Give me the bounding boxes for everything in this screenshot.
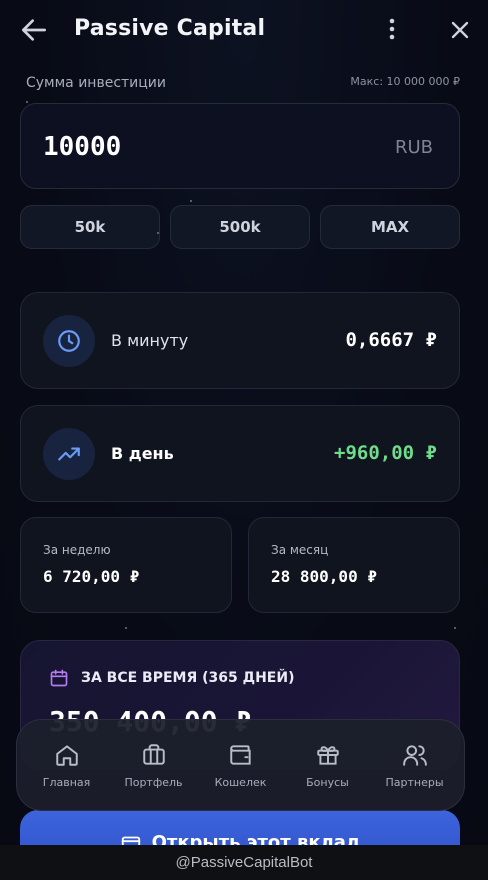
tab-portfolio[interactable]: Портфель [111, 742, 197, 789]
close-icon[interactable] [446, 16, 474, 44]
calendar-icon [49, 668, 69, 688]
clock-icon [43, 315, 95, 367]
total-label: ЗА ВСЕ ВРЕМЯ (365 ДНЕЙ) [81, 670, 295, 686]
users-icon [402, 744, 427, 766]
week-value: 6 720,00 ₽ [43, 567, 140, 586]
bottom-tab-bar: Главная Портфель Кошелек Бонусы Партнеры [16, 719, 465, 811]
month-label: За месяц [271, 543, 329, 557]
tab-home[interactable]: Главная [24, 742, 110, 789]
arrow-left-icon[interactable] [18, 14, 50, 46]
investment-label: Сумма инвестиции [26, 75, 167, 91]
max-amount-hint: Макс: 10 000 000 ₽ [350, 75, 460, 88]
preset-500k-button[interactable]: 500k [170, 205, 310, 249]
open-deposit-label: Открыть этот вклад [151, 832, 361, 845]
month-card: За месяц 28 800,00 ₽ [248, 517, 460, 613]
decor-dot [454, 627, 456, 629]
decor-dot [125, 627, 127, 629]
bot-name: @PassiveCapitalBot [175, 854, 313, 871]
home-icon [55, 744, 78, 766]
app-screen: Passive Capital Сумма инвестиции Макс: 1… [0, 0, 488, 845]
gift-icon [316, 745, 339, 765]
per-day-card: В день +960,00 ₽ [20, 405, 460, 502]
briefcase-icon [142, 743, 165, 765]
per-day-label: В день [111, 444, 174, 463]
tab-home-label: Главная [42, 775, 91, 789]
header: Passive Capital [0, 0, 488, 62]
tab-partners[interactable]: Партнеры [372, 742, 458, 789]
month-value: 28 800,00 ₽ [271, 567, 377, 586]
currency-label: RUB [394, 137, 433, 158]
week-card: За неделю 6 720,00 ₽ [20, 517, 232, 613]
tab-wallet[interactable]: Кошелек [198, 742, 284, 789]
trending-up-icon [43, 428, 95, 480]
wallet-icon [229, 744, 251, 765]
per-minute-value: 0,6667 ₽ [345, 329, 437, 351]
week-label: За неделю [43, 543, 111, 557]
tab-wallet-label: Кошелек [214, 775, 267, 789]
tab-partners-label: Партнеры [385, 775, 444, 789]
preset-50k-button[interactable]: 50k [20, 205, 160, 249]
page-title: Passive Capital [74, 16, 266, 41]
more-vertical-icon[interactable] [380, 14, 404, 46]
footer-bar: @PassiveCapitalBot [0, 845, 488, 880]
decor-dot [157, 232, 159, 234]
per-minute-label: В минуту [111, 331, 189, 350]
decor-dot [26, 101, 28, 103]
tab-bonuses-label: Бонусы [306, 775, 349, 789]
amount-input[interactable]: 10000 RUB [20, 103, 460, 189]
preset-max-button[interactable]: MAX [320, 205, 460, 249]
decor-dot [190, 200, 192, 202]
open-deposit-button[interactable]: Открыть этот вклад [20, 810, 460, 845]
amount-value[interactable]: 10000 [43, 132, 121, 162]
tab-bonuses[interactable]: Бонусы [285, 742, 371, 789]
per-day-value: +960,00 ₽ [334, 442, 437, 464]
wallet-icon [120, 832, 142, 845]
tab-portfolio-label: Портфель [124, 775, 183, 789]
per-minute-card: В минуту 0,6667 ₽ [20, 292, 460, 389]
